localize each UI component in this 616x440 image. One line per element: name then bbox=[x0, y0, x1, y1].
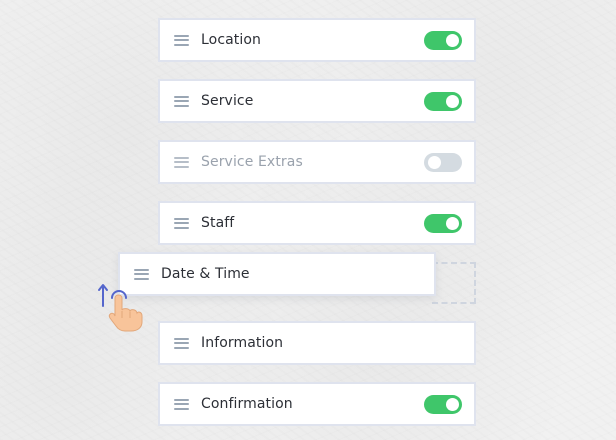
booking-steps-list: Location Service Service Extras Staff Da… bbox=[0, 0, 616, 440]
confirmation-toggle[interactable] bbox=[424, 394, 462, 414]
step-label: Service bbox=[201, 93, 254, 109]
step-label: Staff bbox=[201, 215, 235, 231]
step-row-date-time[interactable]: Date & Time bbox=[118, 252, 436, 296]
drag-hand-cursor-icon bbox=[98, 284, 143, 332]
drag-handle-icon[interactable] bbox=[134, 268, 149, 280]
step-label: Confirmation bbox=[201, 396, 293, 412]
step-row-staff[interactable]: Staff bbox=[158, 201, 476, 245]
drag-handle-icon[interactable] bbox=[174, 156, 189, 168]
step-label: Information bbox=[201, 335, 284, 351]
drag-handle-icon[interactable] bbox=[174, 95, 189, 107]
step-row-service[interactable]: Service bbox=[158, 79, 476, 123]
drag-handle-icon[interactable] bbox=[174, 217, 189, 229]
staff-toggle[interactable] bbox=[424, 213, 462, 233]
drag-handle-icon[interactable] bbox=[174, 398, 189, 410]
service-toggle[interactable] bbox=[424, 91, 462, 111]
step-row-location[interactable]: Location bbox=[158, 18, 476, 62]
service-extras-toggle[interactable] bbox=[424, 152, 462, 172]
step-row-confirmation[interactable]: Confirmation bbox=[158, 382, 476, 426]
step-row-service-extras[interactable]: Service Extras bbox=[158, 140, 476, 184]
drag-handle-icon[interactable] bbox=[174, 337, 189, 349]
step-label: Location bbox=[201, 32, 262, 48]
step-row-information[interactable]: Information bbox=[158, 321, 476, 365]
location-toggle[interactable] bbox=[424, 30, 462, 50]
step-label: Date & Time bbox=[161, 266, 250, 282]
drop-placeholder bbox=[432, 262, 476, 304]
step-label: Service Extras bbox=[201, 154, 303, 170]
drag-handle-icon[interactable] bbox=[174, 34, 189, 46]
